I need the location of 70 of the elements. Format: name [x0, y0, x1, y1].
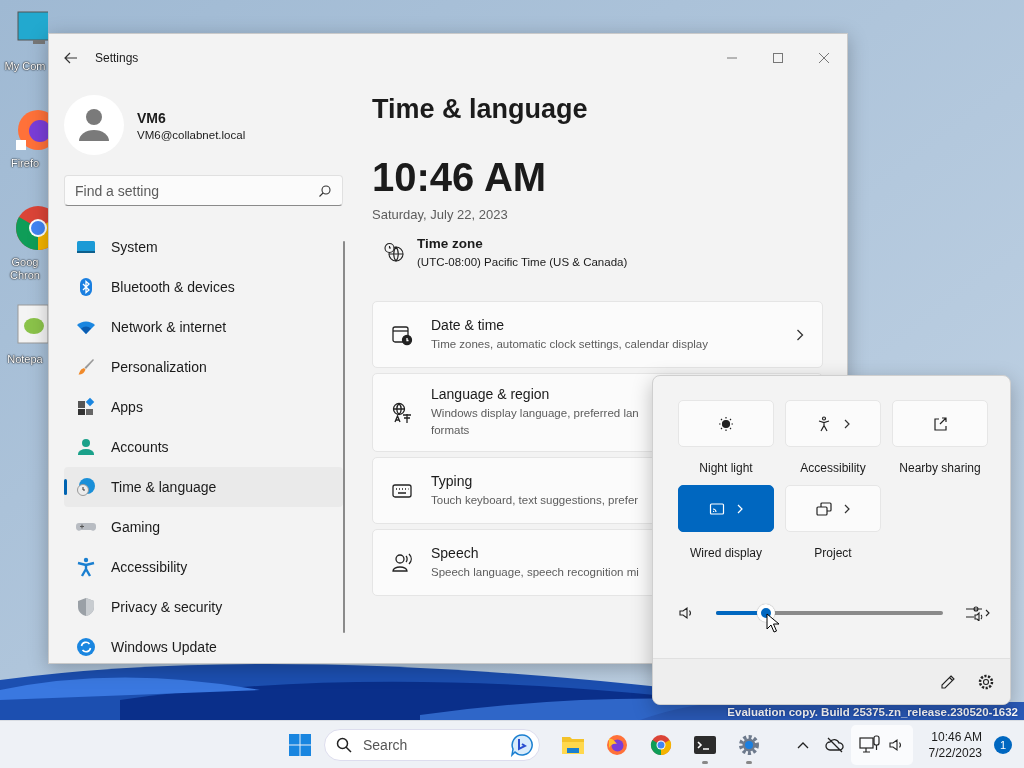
search-icon	[336, 736, 352, 753]
settings-button[interactable]	[978, 673, 994, 690]
card-description: Windows display language, preferred lan formats	[431, 406, 639, 438]
speech-icon	[391, 551, 413, 574]
calendar-clock-icon	[391, 323, 413, 346]
card-description: Time zones, automatic clock settings, calendar display	[431, 336, 708, 352]
globe-clock-icon	[384, 242, 404, 262]
windows-logo-icon	[288, 732, 312, 757]
card-description: Speech language, speech recognition mi	[431, 564, 639, 580]
taskbar-date[interactable]: 7/22/2023	[928, 744, 982, 761]
window-title: Settings	[95, 51, 139, 65]
cast-icon	[709, 500, 725, 517]
person-icon	[76, 437, 96, 457]
user-email: VM6@collabnet.local	[137, 128, 246, 141]
maximize-icon	[773, 53, 783, 63]
network-volume-button[interactable]	[850, 724, 913, 765]
speaker-icon[interactable]	[679, 606, 693, 620]
nav-item[interactable]: Accessibility	[64, 547, 343, 587]
close-icon	[819, 53, 829, 63]
card-title: Typing	[431, 472, 474, 489]
nav-item[interactable]: Accounts	[64, 427, 343, 467]
dual-screen-icon	[816, 500, 832, 517]
chat-bubble-icon[interactable]	[510, 732, 534, 757]
tile-label: Nearby sharing	[899, 461, 981, 475]
nav-item[interactable]: System	[64, 227, 343, 267]
search-icon	[319, 185, 331, 197]
apps-icon	[76, 397, 96, 417]
scrollbar[interactable]	[343, 241, 345, 633]
notification-badge[interactable]: 1	[994, 735, 1012, 754]
nav-item[interactable]: Personalization	[64, 347, 343, 387]
nav-item[interactable]: Privacy & security	[64, 587, 343, 627]
card-title: Speech	[431, 544, 480, 561]
audio-output-button[interactable]	[966, 605, 992, 621]
shield-icon	[76, 597, 96, 617]
card-title: Language & region	[431, 386, 551, 402]
sync-icon	[76, 637, 96, 657]
card-title: Date & time	[431, 316, 506, 333]
nav-item[interactable]: Gaming	[64, 507, 343, 547]
globe-clock-icon	[76, 477, 96, 497]
mouse-cursor-icon	[766, 613, 779, 633]
page-heading: Time & language	[372, 94, 589, 125]
accessibility-icon	[76, 557, 96, 577]
tile-label: Night light	[699, 461, 753, 475]
nav-item[interactable]: Time & language	[64, 467, 343, 507]
taskbar-time[interactable]: 10:46 AM	[931, 728, 982, 745]
time-zone-label: Time zone	[417, 236, 484, 251]
watermark-text: Evaluation copy. Build 25375.zn_release.230520-1632	[727, 706, 1018, 718]
network-icon	[858, 734, 881, 755]
user-name: VM6	[137, 109, 167, 126]
share-icon	[932, 415, 948, 432]
cloud-off-icon[interactable]	[824, 736, 845, 753]
brightness-icon	[718, 415, 734, 432]
time-zone-value: (UTC-08:00) Pacific Time (US & Canada)	[417, 256, 628, 268]
nav-item[interactable]: Apps	[64, 387, 343, 427]
toggle-tile[interactable]	[678, 485, 774, 532]
taskbar-search-field[interactable]: Search	[324, 728, 540, 761]
edit-button[interactable]	[940, 673, 956, 690]
back-button[interactable]	[63, 50, 79, 66]
settings-card[interactable]: Date & time Time zones, automatic clock settings, calendar display	[372, 301, 823, 368]
card-description: Touch keyboard, text suggestions, prefer	[431, 492, 639, 508]
setting-search-field[interactable]: Find a setting	[64, 175, 343, 206]
tile-label: Wired display	[690, 546, 762, 560]
nav-item[interactable]: Network & internet	[64, 307, 343, 347]
current-date: Saturday, July 22, 2023	[372, 207, 509, 222]
language-icon	[391, 401, 413, 424]
accessibility-icon	[816, 415, 832, 432]
nav-item[interactable]: Windows Update	[64, 627, 343, 667]
paintbrush-icon	[76, 357, 96, 377]
current-time: 10:46 AM	[372, 157, 548, 197]
nav-item[interactable]: Bluetooth & devices	[64, 267, 343, 307]
